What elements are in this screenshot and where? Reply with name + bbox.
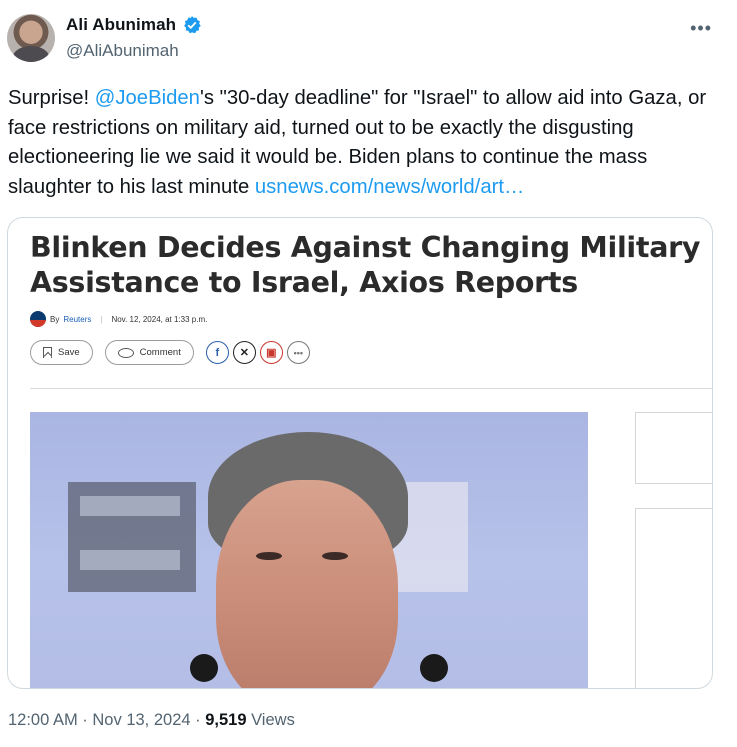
comment-icon [117,347,134,358]
mention-link[interactable]: @JoeBiden [95,87,200,109]
sidebar-placeholder [635,412,712,484]
microphone-right [420,654,448,682]
article-link[interactable]: usnews.com/news/world/art… [255,176,524,198]
background-sign [68,482,196,592]
meta-separator: · [77,711,93,729]
more-options-icon[interactable]: ••• [690,18,712,39]
photo-eye-right [322,552,348,560]
verified-badge-icon [184,16,201,34]
tweet-header: Ali Abunimah @AliAbunimah ••• [0,0,737,80]
comment-button: Comment [104,340,194,365]
bookmark-icon [43,347,52,358]
article-photo [30,412,588,688]
tweet-text: Surprise! @JoeBiden's "30-day deadline" … [8,84,723,202]
save-label: Save [58,347,80,358]
tweet-time[interactable]: 12:00 AM [8,711,78,729]
author-name-row: Ali Abunimah [66,15,202,35]
tweet-metadata: 12:00 AM · Nov 13, 2024 · 9,519 Views [8,711,295,730]
save-button: Save [30,340,93,365]
byline-author: Reuters [63,314,92,324]
byline-date: Nov. 12, 2024, at 1:33 p.m. [111,314,208,324]
tweet-text-intro: Surprise! [8,87,95,109]
avatar[interactable] [7,14,55,62]
byline-divider: | [100,314,103,324]
article-actions: Save Comment f ✕ ▣ ••• [30,340,314,365]
more-share-icon: ••• [286,341,310,364]
card-divider [30,388,712,389]
link-preview-card[interactable]: Blinken Decides Against Changing Militar… [7,217,713,689]
tweet-date[interactable]: Nov 13, 2024 [92,711,190,729]
flipboard-icon: ▣ [259,341,283,364]
author-display-name[interactable]: Ali Abunimah [66,15,176,35]
photo-face [216,480,398,688]
views-count: 9,519 [205,711,247,729]
byline-prefix: By [50,314,60,324]
x-icon: ✕ [232,341,256,364]
microphone-left [190,654,218,682]
facebook-icon: f [205,341,229,364]
reuters-logo-icon [30,311,46,327]
photo-eye-left [256,552,282,560]
views-label: Views [246,711,295,729]
sidebar-ad-placeholder [635,508,712,688]
meta-separator-2: · [190,711,206,729]
comment-label: Comment [139,347,181,358]
article-headline: Blinken Decides Against Changing Militar… [30,231,701,299]
author-handle[interactable]: @AliAbunimah [66,41,179,61]
article-byline: By Reuters | Nov. 12, 2024, at 1:33 p.m. [30,311,207,327]
